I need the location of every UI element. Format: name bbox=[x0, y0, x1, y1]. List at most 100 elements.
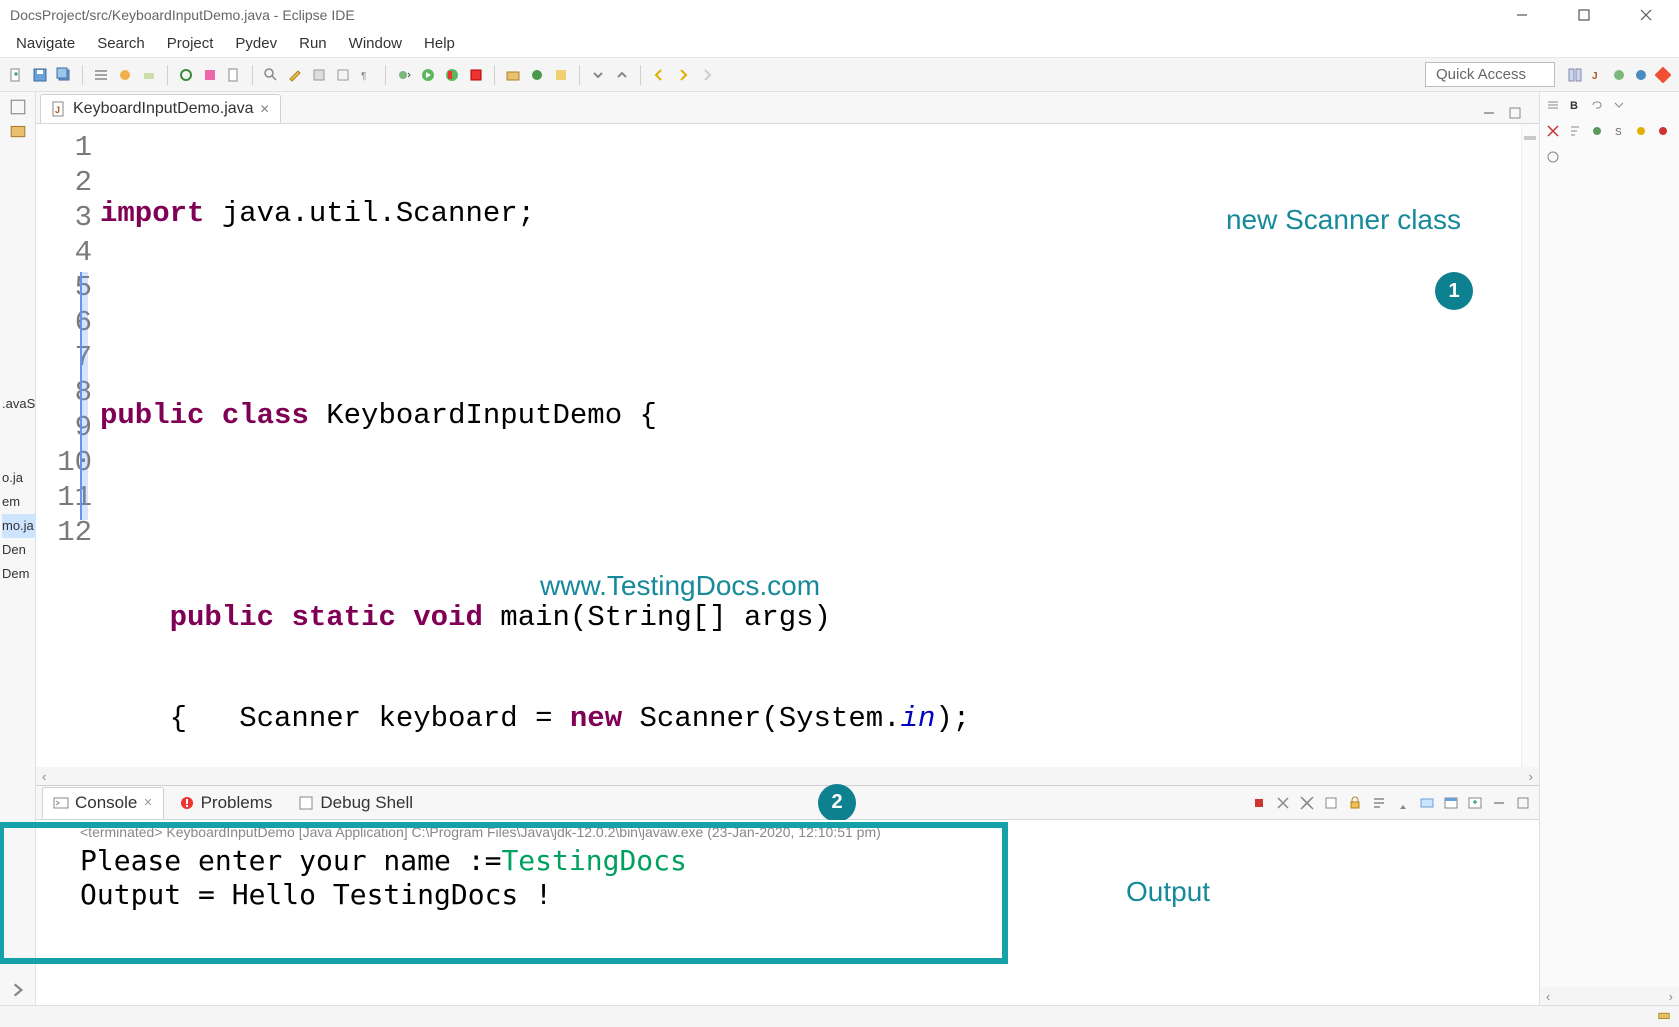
editor-horizontal-scrollbar[interactable]: ‹ › bbox=[36, 767, 1539, 785]
outline-hide-fields-icon[interactable] bbox=[1588, 122, 1606, 140]
pkg-stub-item[interactable]: Den bbox=[2, 538, 36, 562]
outline-collapse-icon[interactable] bbox=[1544, 96, 1562, 114]
outline-hide-nonpublic-icon[interactable] bbox=[1632, 122, 1650, 140]
console-remove-icon[interactable] bbox=[1273, 793, 1293, 813]
back-icon[interactable] bbox=[649, 65, 669, 85]
open-resource-icon[interactable] bbox=[551, 65, 571, 85]
open-type-icon[interactable] bbox=[176, 65, 196, 85]
console-open-console-icon[interactable] bbox=[1441, 793, 1461, 813]
show-whitespace-icon[interactable]: ¶ bbox=[357, 65, 377, 85]
next-annotation-icon[interactable] bbox=[588, 65, 608, 85]
menu-search[interactable]: Search bbox=[87, 31, 155, 56]
annotation-badge-2: 2 bbox=[818, 784, 856, 822]
tab-console[interactable]: Console ✕ bbox=[42, 787, 164, 819]
prev-annotation-icon[interactable] bbox=[612, 65, 632, 85]
outline-horizontal-scrollbar[interactable]: ‹ › bbox=[1540, 987, 1679, 1005]
pkg-stub-item[interactable]: .avaS bbox=[2, 392, 36, 416]
debug-dropdown-icon[interactable] bbox=[394, 65, 414, 85]
run-dropdown-icon[interactable] bbox=[418, 65, 438, 85]
outline-hide-local-icon[interactable] bbox=[1654, 122, 1672, 140]
code-content[interactable]: import java.util.Scanner; public class K… bbox=[100, 124, 1521, 767]
console-pin-icon[interactable] bbox=[1393, 793, 1413, 813]
external-tools-icon[interactable] bbox=[466, 65, 486, 85]
menu-help[interactable]: Help bbox=[414, 31, 465, 56]
console-display-selected-icon[interactable] bbox=[1417, 793, 1437, 813]
scroll-right-icon[interactable]: › bbox=[1669, 989, 1673, 1004]
new-class-icon[interactable] bbox=[527, 65, 547, 85]
maximize-button[interactable] bbox=[1567, 3, 1601, 27]
close-tab-icon[interactable]: ✕ bbox=[143, 796, 152, 809]
package-explorer-icon[interactable] bbox=[9, 122, 27, 140]
console-clear-icon[interactable] bbox=[1321, 793, 1341, 813]
annotate-icon[interactable] bbox=[285, 65, 305, 85]
console-word-wrap-icon[interactable] bbox=[1369, 793, 1389, 813]
new-java-icon[interactable] bbox=[224, 65, 244, 85]
console-new-console-icon[interactable] bbox=[1465, 793, 1485, 813]
outline-menu-icon[interactable] bbox=[1610, 96, 1628, 114]
build-icon[interactable] bbox=[139, 65, 159, 85]
scroll-left-icon[interactable]: ‹ bbox=[1546, 989, 1550, 1004]
git-perspective-icon[interactable] bbox=[1653, 65, 1673, 85]
outline-focus-icon[interactable] bbox=[1544, 148, 1562, 166]
scroll-left-icon[interactable]: ‹ bbox=[42, 769, 46, 784]
minimize-button[interactable] bbox=[1505, 3, 1539, 27]
outline-hide-static-icon[interactable]: S bbox=[1610, 122, 1628, 140]
last-edit-icon[interactable] bbox=[697, 65, 717, 85]
forward-icon[interactable] bbox=[673, 65, 693, 85]
coverage-icon[interactable] bbox=[442, 65, 462, 85]
search-icon[interactable] bbox=[261, 65, 281, 85]
menu-window[interactable]: Window bbox=[339, 31, 412, 56]
outline-sort-icon[interactable] bbox=[1566, 122, 1584, 140]
new-package-icon[interactable] bbox=[503, 65, 523, 85]
scroll-right-icon[interactable]: › bbox=[1529, 769, 1533, 784]
close-button[interactable] bbox=[1629, 3, 1663, 27]
save-all-icon[interactable] bbox=[54, 65, 74, 85]
outline-close-icon[interactable] bbox=[1544, 122, 1562, 140]
editor-tabstrip: J KeyboardInputDemo.java ✕ bbox=[36, 92, 1539, 124]
outline-view: B S ‹ › bbox=[1539, 92, 1679, 1005]
bottom-views: Console ✕ Problems Debug Shell 2 bbox=[36, 785, 1539, 1005]
open-perspective-icon[interactable] bbox=[1565, 65, 1585, 85]
java-file-icon: J bbox=[51, 101, 67, 117]
maximize-editor-icon[interactable] bbox=[1505, 103, 1525, 123]
maximize-view-icon[interactable] bbox=[1513, 793, 1533, 813]
minimize-editor-icon[interactable] bbox=[1479, 103, 1499, 123]
outline-bold-icon[interactable]: B bbox=[1566, 96, 1584, 114]
java-perspective-icon[interactable]: J bbox=[1587, 65, 1607, 85]
pkg-stub-item[interactable]: o.ja bbox=[2, 466, 36, 490]
console-terminate-icon[interactable] bbox=[1249, 793, 1269, 813]
pkg-stub-item[interactable]: mo.ja bbox=[2, 514, 36, 538]
console-scroll-lock-icon[interactable] bbox=[1345, 793, 1365, 813]
toggle-breadcrumb-icon[interactable] bbox=[91, 65, 111, 85]
tab-debug-shell[interactable]: Debug Shell bbox=[287, 787, 424, 819]
editor-tab-keyboardinputdemo[interactable]: J KeyboardInputDemo.java ✕ bbox=[40, 94, 281, 123]
chevron-right-icon[interactable] bbox=[9, 981, 27, 999]
svg-text:S: S bbox=[1615, 127, 1622, 138]
save-icon[interactable] bbox=[30, 65, 50, 85]
new-icon[interactable] bbox=[6, 65, 26, 85]
close-tab-icon[interactable]: ✕ bbox=[260, 102, 270, 116]
toggle-mark-icon[interactable] bbox=[309, 65, 329, 85]
code-editor[interactable]: 123456789101112 import java.util.Scanner… bbox=[36, 124, 1539, 767]
menu-project[interactable]: Project bbox=[157, 31, 224, 56]
toggle-block-icon[interactable] bbox=[333, 65, 353, 85]
minimize-view-icon[interactable] bbox=[1489, 793, 1509, 813]
menu-navigate[interactable]: Navigate bbox=[6, 31, 85, 56]
debug-perspective-icon[interactable] bbox=[1609, 65, 1629, 85]
pydev-perspective-icon[interactable] bbox=[1631, 65, 1651, 85]
status-heap-icon[interactable] bbox=[1657, 1008, 1671, 1025]
console-remove-all-icon[interactable] bbox=[1297, 793, 1317, 813]
pkg-stub-item[interactable]: Dem bbox=[2, 562, 36, 586]
open-task-icon[interactable] bbox=[200, 65, 220, 85]
skip-breakpoints-icon[interactable] bbox=[115, 65, 135, 85]
quick-access-input[interactable]: Quick Access bbox=[1425, 62, 1555, 87]
outline-link-icon[interactable] bbox=[1588, 96, 1606, 114]
restore-view-icon[interactable] bbox=[9, 98, 27, 116]
pkg-stub-item[interactable]: em bbox=[2, 490, 36, 514]
menu-pydev[interactable]: Pydev bbox=[225, 31, 287, 56]
console-output[interactable]: <terminated> KeyboardInputDemo [Java App… bbox=[36, 820, 1539, 1005]
tab-problems[interactable]: Problems bbox=[168, 787, 284, 819]
method-range-marker bbox=[80, 272, 88, 520]
menu-run[interactable]: Run bbox=[289, 31, 337, 56]
overview-ruler[interactable] bbox=[1521, 124, 1539, 767]
